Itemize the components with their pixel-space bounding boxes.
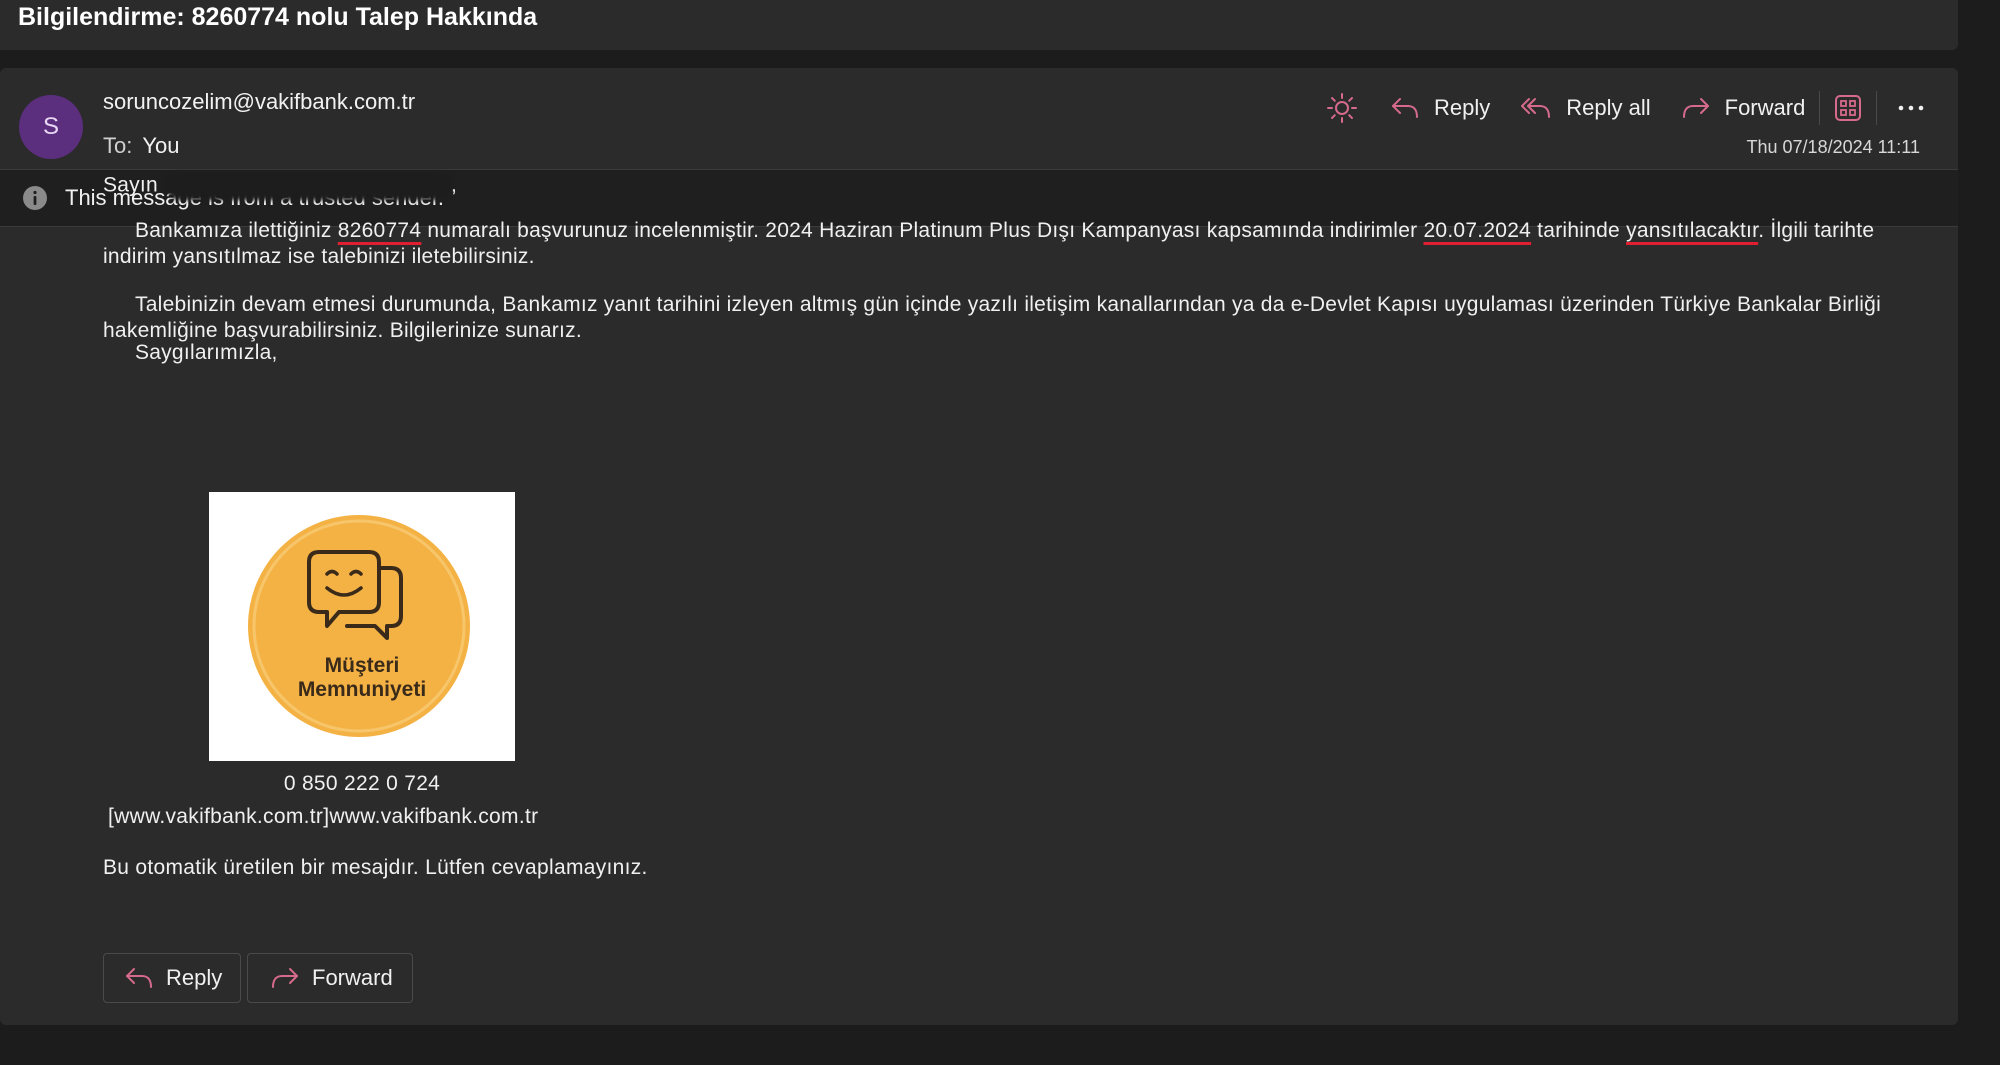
reply-arrow-icon bbox=[126, 968, 152, 988]
forward-label: Forward bbox=[1724, 95, 1806, 120]
logo-graphic: Müşteri Memnuniyeti bbox=[248, 515, 470, 737]
greeting: Sayın bbox=[103, 173, 158, 197]
reply-all-label: Reply all bbox=[1566, 95, 1651, 120]
discount-date: 20.07.2024 bbox=[1423, 219, 1532, 242]
toolbar-divider bbox=[1819, 91, 1821, 125]
info-icon bbox=[23, 186, 47, 210]
forward-arrow-icon bbox=[272, 968, 298, 988]
reflect-verb: yansıtılacaktır bbox=[1626, 219, 1759, 242]
reply-arrow-icon bbox=[1392, 98, 1418, 118]
p1-text-b: numaralı başvurunuz incelenmiştir. 2024 … bbox=[421, 219, 1424, 242]
phone-number[interactable]: 0 850 222 0 724 bbox=[209, 772, 515, 796]
customer-satisfaction-logo: Müşteri Memnuniyeti bbox=[209, 492, 515, 761]
closing-text: Saygılarımızla, bbox=[135, 341, 278, 364]
more-options-button[interactable] bbox=[1897, 103, 1925, 113]
message-subject: Bilgilendirme: 8260774 nolu Talep Hakkın… bbox=[18, 3, 538, 31]
theme-toggle-button[interactable] bbox=[1326, 92, 1358, 124]
greeting-suffix: , bbox=[450, 173, 458, 197]
reply-button[interactable]: Reply bbox=[1390, 95, 1490, 121]
logo-text-line2: Memnuniyeti bbox=[298, 678, 426, 701]
closing-line: Saygılarımızla, bbox=[103, 340, 278, 366]
recipient-row: To: You bbox=[103, 133, 179, 159]
bottom-forward-button[interactable]: Forward bbox=[247, 953, 413, 1003]
auto-generated-note: Bu otomatik üretilen bir mesajdır. Lütfe… bbox=[103, 856, 648, 879]
paragraph-2: Talebinizin devam etmesi durumunda, Bank… bbox=[103, 292, 1903, 344]
forward-arrow-icon bbox=[1682, 98, 1709, 118]
toolbar-divider bbox=[1876, 91, 1878, 125]
website-link[interactable]: [www.vakifbank.com.tr]www.vakifbank.com.… bbox=[108, 805, 538, 829]
reference-number: 8260774 bbox=[337, 219, 422, 242]
bottom-reply-button[interactable]: Reply bbox=[103, 953, 241, 1003]
bottom-forward-label: Forward bbox=[312, 965, 393, 990]
logo-text-line1: Müşteri bbox=[325, 654, 400, 677]
greeting-line: Sayın, bbox=[103, 172, 457, 200]
message-actions: Reply Reply all Forward bbox=[1326, 86, 1925, 130]
forward-button[interactable]: Forward bbox=[1681, 95, 1806, 121]
apps-grid-icon bbox=[1835, 95, 1862, 121]
more-options-icon bbox=[1899, 105, 1924, 111]
apps-button[interactable] bbox=[1834, 94, 1862, 122]
reply-label: Reply bbox=[1434, 95, 1491, 120]
to-label: To: bbox=[103, 133, 133, 158]
reply-all-button[interactable]: Reply all bbox=[1520, 95, 1651, 121]
scrollbar-gutter[interactable] bbox=[1960, 0, 2000, 1065]
message-date: Thu 07/18/2024 11:11 bbox=[1746, 137, 1920, 157]
p1-text-a: Bankamıza ilettiğiniz bbox=[135, 219, 338, 242]
sender-email[interactable]: soruncozelim@vakifbank.com.tr bbox=[103, 89, 415, 115]
p1-text-c: tarihinde bbox=[1531, 219, 1627, 242]
subject-bar: Bilgilendirme: 8260774 nolu Talep Hakkın… bbox=[0, 0, 1958, 50]
p2-text: Talebinizin devam etmesi durumunda, Bank… bbox=[103, 293, 1882, 342]
recipient-name[interactable]: You bbox=[142, 133, 179, 158]
sun-icon bbox=[1327, 93, 1357, 123]
sender-avatar[interactable]: S bbox=[19, 95, 83, 159]
bottom-reply-label: Reply bbox=[166, 965, 223, 990]
reply-all-icon bbox=[1521, 98, 1551, 118]
redacted-name bbox=[165, 172, 451, 200]
paragraph-1: Bankamıza ilettiğiniz 8260774 numaralı b… bbox=[103, 218, 1903, 270]
